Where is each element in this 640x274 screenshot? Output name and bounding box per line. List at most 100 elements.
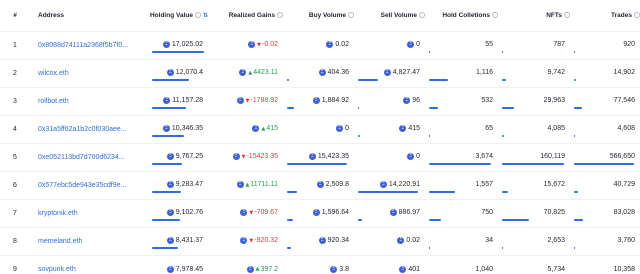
holding-value: 9,283.47 <box>175 181 203 189</box>
wallet-address-link[interactable]: 0x31a5ff62a1b2c0f030aee... <box>38 126 127 133</box>
eth-icon: Ξ <box>166 69 174 77</box>
info-icon[interactable] <box>492 12 498 19</box>
col-buy-volume-label: Buy Volume <box>308 11 346 19</box>
col-trades[interactable]: Trades <box>570 0 640 31</box>
hold-collections-value: 65 <box>485 125 493 133</box>
holding-value: 11,157.28 <box>172 97 203 105</box>
realized-gains-cell: Ξ ▼-709.67 <box>208 199 283 227</box>
eth-icon: Ξ <box>236 97 244 105</box>
table-row[interactable]: 6 0x577ebc5de943e35cdf9e... Ξ 9,283.47 Ξ ▲117… <box>0 171 640 199</box>
trades-value: 83,028 <box>613 209 635 217</box>
address-cell: 0x8088d74111a2368f5b7f0... <box>30 31 148 59</box>
table-row[interactable]: 4 0x31a5ff62a1b2c0f030aee... Ξ 10,346.35 Ξ ▲4… <box>0 115 640 143</box>
wallet-address-link[interactable]: kryptonik.eth <box>38 210 78 217</box>
eth-icon: Ξ <box>246 265 254 273</box>
collections-bar <box>429 218 442 221</box>
hold-collections-cell: 65 <box>425 115 498 143</box>
hold-collections-value: 3,674 <box>475 153 493 161</box>
info-icon[interactable] <box>564 12 570 19</box>
holding-value: 17,025.02 <box>171 41 203 49</box>
realized-gain-value: 397.2 <box>260 265 278 273</box>
sell-volume-value: 401 <box>408 265 420 273</box>
nfts-cell: 787 <box>498 31 570 59</box>
eth-icon: Ξ <box>326 41 334 49</box>
hold-collections-value: 55 <box>485 41 493 49</box>
trades-value: 3,760 <box>617 237 635 245</box>
nfts-cell: 9,742 <box>498 59 570 87</box>
eth-icon: Ξ <box>399 265 407 273</box>
info-icon[interactable] <box>419 12 425 19</box>
eth-icon: Ξ <box>407 153 415 161</box>
collections-bar <box>429 78 448 81</box>
trades-cell: 3,760 <box>570 227 640 255</box>
wallet-address-link[interactable]: 0xe052113bd7d700d6234... <box>38 154 125 161</box>
sell-volume-bar <box>358 218 362 221</box>
eth-icon: Ξ <box>312 209 320 217</box>
buy-volume-value: 0.02 <box>335 41 349 49</box>
realized-gain-value: 11711.11 <box>250 181 278 189</box>
wallet-address-link[interactable]: rollbot.eth <box>38 98 69 105</box>
table-row[interactable]: 7 kryptonik.eth Ξ 9,102.76 Ξ ▼-709.67 Ξ 1,596.6… <box>0 199 640 227</box>
buy-volume-value: 404.36 <box>327 69 349 77</box>
table-row[interactable]: 5 0xe052113bd7d700d6234... Ξ 9,767.25 Ξ ▼-154… <box>0 143 640 171</box>
holding-value-cell: Ξ 8,431.37 <box>148 227 208 255</box>
arrow-up-icon: ▲ <box>255 266 260 273</box>
table-row[interactable]: 3 rollbot.eth Ξ 11,157.28 Ξ ▼-1788.92 Ξ 1,884.9… <box>0 87 640 115</box>
trades-cell: 40,729 <box>570 171 640 199</box>
table-row[interactable]: 1 0x8088d74111a2368f5b7f0... Ξ 17,025.02 Ξ ▼-… <box>0 31 640 59</box>
collections-bar <box>429 106 438 109</box>
rank-cell: 3 <box>13 97 17 105</box>
eth-icon: Ξ <box>316 181 324 189</box>
nfts-cell: 5,734 <box>498 255 570 274</box>
collections-bar <box>429 190 456 193</box>
buy-volume-value: 2,509.8 <box>325 181 349 189</box>
sell-volume-cell: Ξ 886.97 <box>354 199 425 227</box>
col-realized-gains[interactable]: Realized Gains <box>208 0 283 31</box>
eth-icon: Ξ <box>308 153 316 161</box>
eth-icon: Ξ <box>318 69 326 77</box>
buy-volume-cell: Ξ 0.02 <box>283 31 354 59</box>
rank-cell: 8 <box>13 237 17 245</box>
sell-volume-cell: Ξ 96 <box>354 87 425 115</box>
holding-value-cell: Ξ 9,767.25 <box>148 143 208 171</box>
wallet-address-link[interactable]: wilcox.eth <box>38 70 69 77</box>
table-row[interactable]: 9 sovpunk.eth Ξ 7,978.45 Ξ ▲397.2 Ξ 3.8 Ξ 401 1,04… <box>0 255 640 274</box>
hold-collections-cell: 1,116 <box>425 59 498 87</box>
col-buy-volume[interactable]: Buy Volume <box>283 0 354 31</box>
info-icon[interactable] <box>348 12 354 19</box>
col-sell-volume[interactable]: Sell Volume <box>354 0 425 31</box>
info-icon[interactable] <box>277 12 283 19</box>
wallet-address-link[interactable]: memeland.eth <box>38 238 82 245</box>
info-icon[interactable] <box>194 12 201 19</box>
wallet-address-link[interactable]: sovpunk.eth <box>38 266 76 273</box>
wallet-address-link[interactable]: 0x577ebc5de943e35cdf9e... <box>38 182 126 189</box>
buy-volume-cell: Ξ0 <box>283 115 354 143</box>
trades-cell: 14,902 <box>570 59 640 87</box>
eth-icon: Ξ <box>252 125 260 133</box>
holding-value-cell: Ξ 12,070.4 <box>148 59 208 87</box>
info-icon[interactable] <box>634 12 640 19</box>
realized-gain-value: -0.02 <box>262 41 278 49</box>
holding-value: 10,346.35 <box>171 125 203 133</box>
realized-gains-cell: Ξ ▼-15423.35 <box>208 143 283 171</box>
holding-bar <box>152 106 187 109</box>
hold-collections-value: 750 <box>481 209 493 217</box>
col-nfts[interactable]: NFTs <box>498 0 570 31</box>
col-hold-collections[interactable]: Hold Colletions <box>425 0 498 31</box>
holding-bar <box>152 50 204 53</box>
sort-desc-icon[interactable]: ⇅ <box>203 12 208 19</box>
wallet-address-link[interactable]: 0x8088d74111a2368f5b7f0... <box>38 42 128 49</box>
arrow-down-icon: ▼ <box>245 97 250 104</box>
header-row: # Address Holding Value ⇅ Realized Gains … <box>0 0 640 31</box>
trades-bar <box>574 190 579 193</box>
eth-icon: Ξ <box>407 41 415 49</box>
trades-cell: 4,608 <box>570 115 640 143</box>
hold-collections-cell: 1,557 <box>425 171 498 199</box>
table-row[interactable]: 8 memeland.eth Ξ 8,431.37 Ξ ▼-920.32 Ξ 920.34 Ξ 0… <box>0 227 640 255</box>
col-holding-value[interactable]: Holding Value ⇅ <box>148 0 208 31</box>
collections-bar <box>429 162 491 165</box>
arrow-down-icon: ▼ <box>241 153 246 160</box>
table-row[interactable]: 2 wilcox.eth Ξ 12,070.4 Ξ ▲4423.11 Ξ 404.36 Ξ 4,8… <box>0 59 640 87</box>
trades-bar <box>574 78 576 81</box>
arrow-down-icon: ▼ <box>249 237 254 244</box>
